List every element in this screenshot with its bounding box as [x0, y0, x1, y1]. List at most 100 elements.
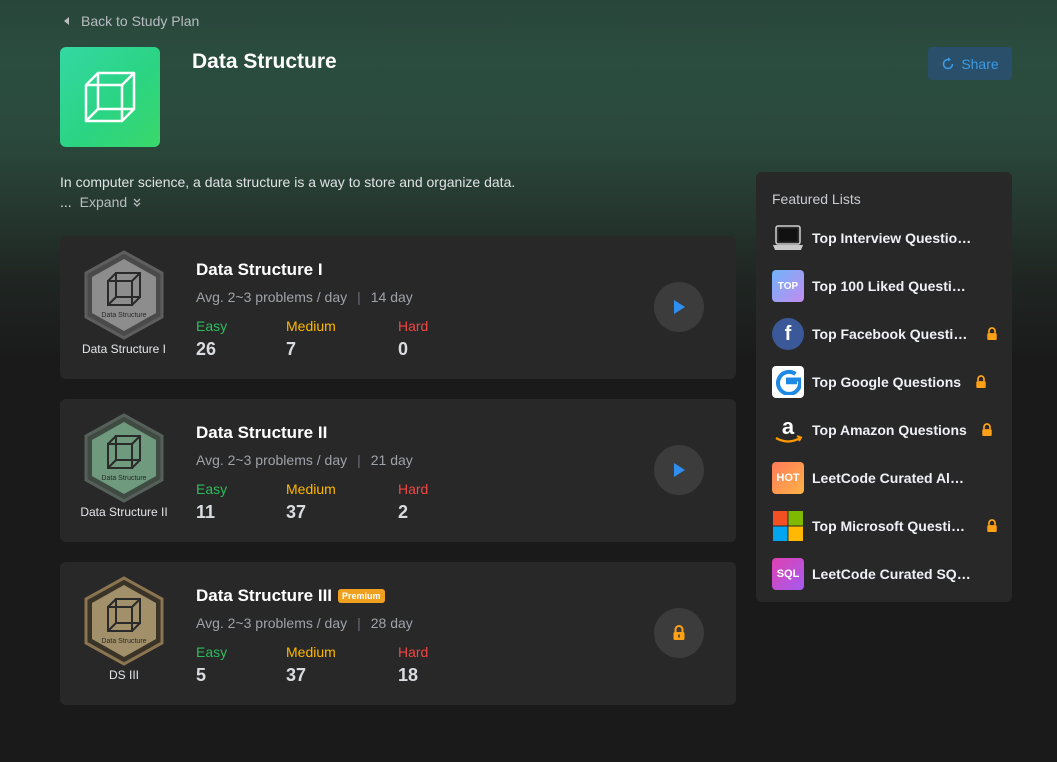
- lock-icon: [982, 423, 992, 436]
- svg-text:Data Structure: Data Structure: [101, 475, 146, 482]
- featured-lists-heading: Featured Lists: [772, 191, 861, 207]
- hard-label: Hard: [398, 318, 429, 334]
- laptop-icon: [772, 222, 804, 254]
- featured-item-label: Top Facebook Questions: [812, 326, 972, 342]
- page-title: Data Structure: [192, 50, 337, 73]
- medium-count: 37: [286, 665, 307, 685]
- hard-count: 2: [398, 502, 409, 522]
- svg-text:Data Structure: Data Structure: [101, 312, 146, 319]
- lock-icon: [673, 625, 685, 640]
- card-title-text: Data Structure III: [196, 586, 333, 605]
- meta-divider: |: [357, 289, 361, 305]
- badge-hexagon-icon: Data Structure: [84, 576, 164, 666]
- sql-icon-text: SQL: [776, 568, 800, 580]
- play-icon: [674, 300, 685, 314]
- svg-text:a: a: [782, 414, 795, 439]
- badge-hexagon-icon: Data Structure: [84, 250, 164, 340]
- featured-item-label: LeetCode Curated SQL 70: [812, 566, 972, 582]
- featured-item-label: Top Google Questions: [812, 374, 962, 390]
- duration-days: 21 day: [370, 452, 413, 468]
- premium-badge: Premium: [338, 589, 385, 603]
- top-icon-text: TOP: [777, 280, 799, 292]
- easy-label: Easy: [196, 481, 228, 497]
- duration-days: 28 day: [370, 615, 413, 631]
- start-plan-button[interactable]: [654, 445, 704, 495]
- share-icon: [943, 57, 954, 69]
- card-meta: Avg. 2~3 problems / day | 28 day: [196, 615, 413, 631]
- featured-item-top-interview[interactable]: Top Interview Questions: [772, 222, 1004, 254]
- easy-count: 11: [196, 502, 216, 522]
- medium-label: Medium: [286, 644, 336, 660]
- hard-label: Hard: [398, 481, 429, 497]
- hard-count: 18: [398, 665, 419, 685]
- lock-icon: [976, 375, 986, 388]
- data-structure-cube-icon: [60, 47, 160, 147]
- medium-label: Medium: [286, 481, 336, 497]
- expand-label: Expand: [79, 194, 128, 210]
- lock-icon: [987, 519, 997, 532]
- featured-item-microsoft[interactable]: Top Microsoft Questions: [772, 510, 1004, 542]
- lock-icon: [987, 327, 997, 340]
- featured-item-facebook[interactable]: f Top Facebook Questions: [772, 318, 1004, 350]
- avg-problems: Avg. 2~3 problems / day: [196, 615, 348, 631]
- chevron-double-down-icon: [133, 198, 141, 207]
- card-title-text: Data Structure II: [196, 423, 328, 442]
- featured-item-label: Top Amazon Questions: [812, 422, 967, 438]
- medium-count: 7: [286, 339, 297, 359]
- badge-hexagon-icon: Data Structure: [84, 413, 164, 503]
- badge-label: Data Structure I: [81, 342, 167, 356]
- amazon-icon: a: [772, 414, 804, 446]
- meta-divider: |: [357, 452, 361, 468]
- badge: Data Structure DS III: [74, 576, 174, 686]
- svg-text:Data Structure: Data Structure: [101, 638, 146, 645]
- unlock-premium-button[interactable]: [654, 608, 704, 658]
- study-card-ds2[interactable]: Data Structure Data Structure II Data St…: [60, 399, 736, 542]
- start-plan-button[interactable]: [654, 282, 704, 332]
- badge: Data Structure Data Structure I: [74, 250, 174, 360]
- duration-days: 14 day: [370, 289, 413, 305]
- description-ellipsis: ...: [60, 194, 72, 210]
- plan-description: In computer science, a data structure is…: [60, 174, 516, 190]
- hard-count: 0: [398, 339, 409, 359]
- hard-label: Hard: [398, 644, 429, 660]
- hot-icon-text: HOT: [776, 472, 800, 484]
- featured-item-amazon[interactable]: a Top Amazon Questions: [772, 414, 1004, 446]
- back-to-study-plan-link[interactable]: Back to Study Plan: [64, 12, 199, 30]
- avg-problems: Avg. 2~3 problems / day: [196, 452, 348, 468]
- meta-divider: |: [357, 615, 361, 631]
- card-title: Data Structure I: [196, 260, 323, 280]
- card-meta: Avg. 2~3 problems / day | 14 day: [196, 289, 413, 305]
- card-title: Data Structure II: [196, 423, 327, 443]
- featured-item-top-100-liked[interactable]: TOP Top 100 Liked Questions: [772, 270, 1004, 302]
- featured-item-label: LeetCode Curated Algo 170: [812, 470, 972, 486]
- easy-count: 26: [196, 339, 217, 359]
- sql-icon: SQL: [772, 558, 804, 590]
- chevron-left-icon: [64, 17, 69, 25]
- microsoft-icon: [772, 510, 804, 542]
- card-meta: Avg. 2~3 problems / day | 21 day: [196, 452, 413, 468]
- easy-label: Easy: [196, 318, 228, 334]
- hot-icon: HOT: [772, 462, 804, 494]
- featured-item-label: Top Microsoft Questions: [812, 518, 972, 534]
- card-title: Data Structure III Premium: [196, 586, 385, 606]
- share-button[interactable]: Share: [928, 47, 1012, 80]
- avg-problems: Avg. 2~3 problems / day: [196, 289, 348, 305]
- easy-count: 5: [196, 665, 207, 685]
- featured-item-leetcode-sql[interactable]: SQL LeetCode Curated SQL 70: [772, 558, 1004, 590]
- featured-item-label: Top 100 Liked Questions: [812, 278, 972, 294]
- play-icon: [674, 463, 685, 477]
- badge-label: DS III: [108, 668, 139, 682]
- featured-item-label: Top Interview Questions: [812, 230, 972, 246]
- featured-item-leetcode-algo[interactable]: HOT LeetCode Curated Algo 170: [772, 462, 1004, 494]
- study-card-ds3[interactable]: Data Structure DS III Data Structure III…: [60, 562, 736, 705]
- back-link-label: Back to Study Plan: [81, 13, 200, 29]
- medium-count: 37: [286, 502, 307, 522]
- facebook-icon: f: [772, 318, 804, 350]
- study-card-ds1[interactable]: Data Structure Data Structure I Data Str…: [60, 236, 736, 379]
- card-title-text: Data Structure I: [196, 260, 323, 279]
- top-icon: TOP: [772, 270, 804, 302]
- expand-toggle[interactable]: ... Expand: [60, 194, 141, 210]
- google-icon: [772, 366, 804, 398]
- badge-label: Data Structure II: [80, 505, 168, 519]
- featured-item-google[interactable]: Top Google Questions: [772, 366, 1004, 398]
